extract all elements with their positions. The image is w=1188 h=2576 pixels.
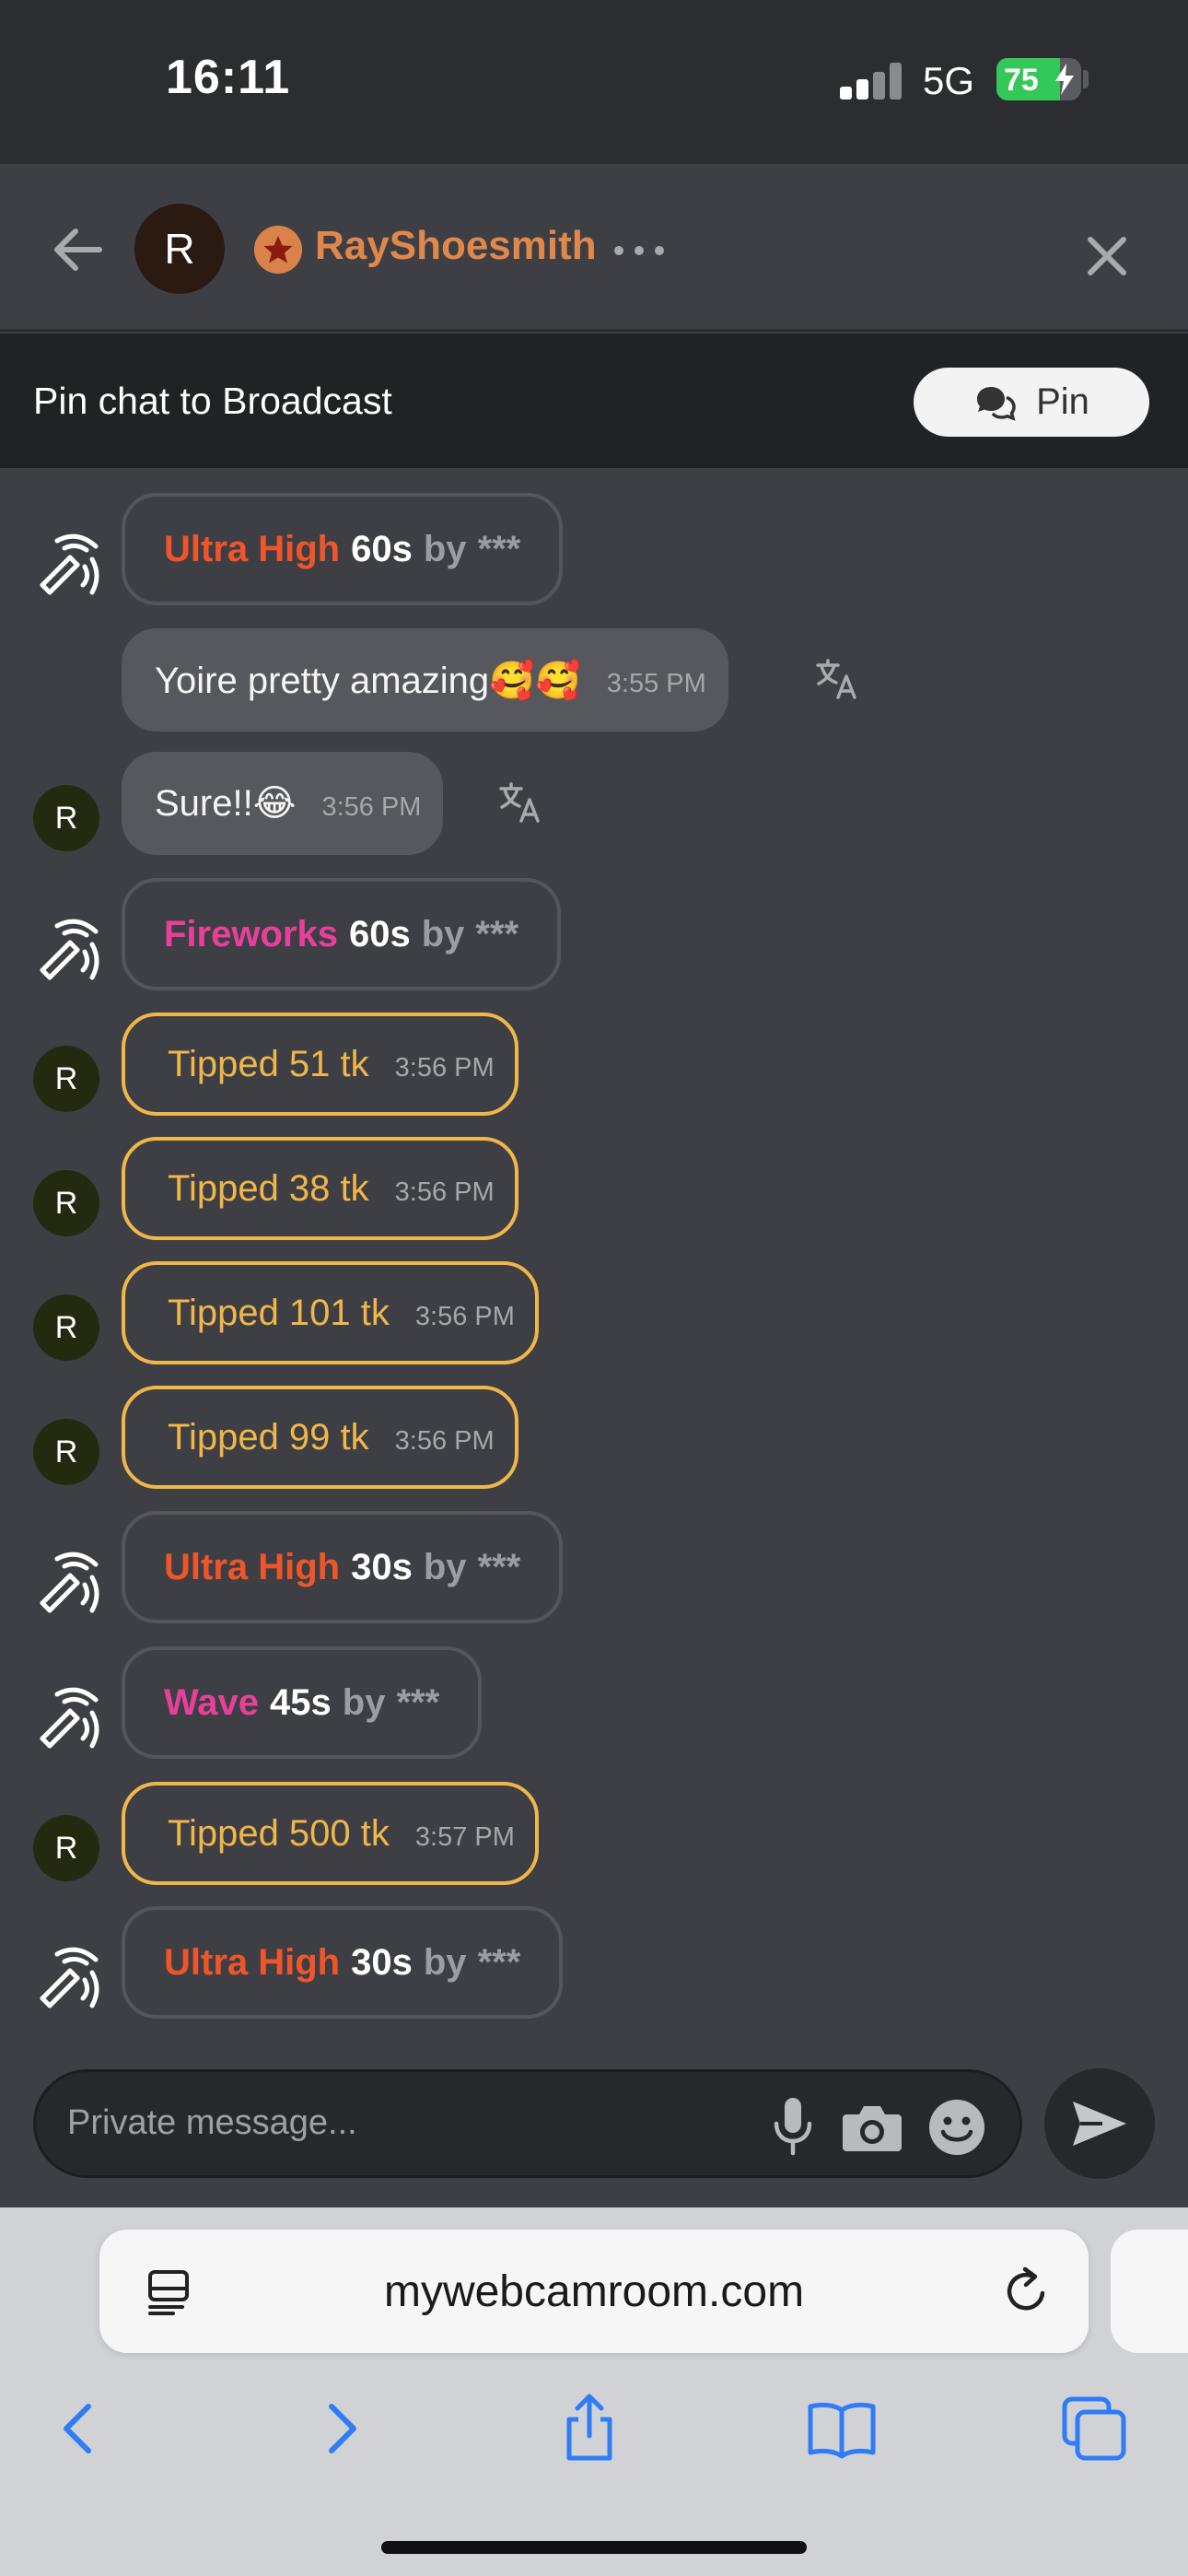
battery-icon: 75 (996, 58, 1081, 100)
browser-forward-icon[interactable] (302, 2392, 376, 2465)
status-time: 16:11 (166, 51, 291, 104)
vibrator-toy-icon (40, 1947, 99, 2008)
chat-message-bubble: Sure!!😂 3:56 PM (122, 752, 444, 855)
toy-event-duration: 45s (270, 1681, 332, 1723)
toy-event-by: by (421, 913, 465, 954)
battery-percent: 75 (1004, 63, 1039, 98)
tip-text: Tipped 51 tk (168, 1043, 369, 1084)
message-time: 3:55 PM (606, 668, 706, 698)
vibrator-toy-icon (40, 533, 99, 595)
toy-event-user: *** (477, 528, 521, 569)
avatar[interactable]: R (134, 204, 225, 294)
tip-text: Tipped 500 tk (168, 1812, 390, 1854)
avatar[interactable]: R (33, 1170, 99, 1236)
reload-icon[interactable] (1000, 2265, 1054, 2318)
message-list[interactable]: Ultra High 60s by *** Yoire pretty amazi… (0, 468, 1188, 2055)
network-label: 5G (923, 59, 975, 102)
translate-icon[interactable] (497, 779, 543, 825)
tip-text: Tipped 101 tk (168, 1292, 390, 1333)
avatar[interactable]: R (33, 1815, 99, 1881)
microphone-icon[interactable] (765, 2096, 821, 2157)
avatar[interactable]: R (33, 1419, 99, 1485)
message-time: 3:56 PM (321, 791, 422, 822)
avatar[interactable]: R (33, 1046, 99, 1112)
message-text: Yoire pretty amazing🥰🥰 (155, 660, 581, 701)
toy-event-user: *** (477, 1546, 521, 1587)
tip-bubble: Tipped 500 tk 3:57 PM (122, 1782, 539, 1885)
bookmarks-icon[interactable] (805, 2392, 879, 2465)
next-tab-preview[interactable] (1111, 2230, 1188, 2353)
translate-icon[interactable] (814, 656, 860, 702)
toy-event-bubble: Ultra High 30s by *** (122, 1906, 564, 2019)
avatar[interactable]: R (33, 1294, 99, 1361)
url-text[interactable]: mywebcamroom.com (99, 2266, 1089, 2317)
send-button[interactable] (1044, 2068, 1155, 2179)
tip-text: Tipped 38 tk (168, 1167, 369, 1209)
charging-bolt-icon (1055, 64, 1074, 95)
toy-event-user: *** (396, 1681, 440, 1723)
toy-event-level: Ultra High (164, 1941, 341, 1983)
chat-header: R RayShoesmith (0, 164, 1188, 332)
pin-bar: Pin chat to Broadcast Pin (0, 334, 1188, 468)
pin-chat-text: Pin chat to Broadcast (33, 380, 392, 422)
toy-event-user: *** (475, 913, 519, 954)
status-bar: 16:11 5G 75 (0, 0, 1188, 164)
private-message-input[interactable]: Private message... (67, 2103, 357, 2143)
message-time: 3:56 PM (394, 1425, 495, 1456)
pin-button[interactable]: Pin (914, 368, 1149, 437)
tip-bubble: Tipped 101 tk 3:56 PM (122, 1261, 539, 1364)
address-bar[interactable]: mywebcamroom.com (99, 2230, 1089, 2353)
emoji-icon[interactable] (927, 2098, 986, 2157)
toy-event-bubble: Ultra High 30s by *** (122, 1511, 564, 1623)
star-badge-icon (254, 226, 302, 274)
vibrator-toy-icon (40, 1687, 99, 1749)
toy-event-by: by (423, 1941, 467, 1983)
camera-icon[interactable] (841, 2102, 903, 2153)
share-icon[interactable] (553, 2392, 626, 2465)
toy-event-level: Ultra High (164, 1546, 341, 1587)
home-indicator[interactable] (381, 2541, 807, 2554)
message-composer[interactable]: Private message... (33, 2069, 1022, 2178)
toy-event-user: *** (477, 1941, 521, 1983)
message-text: Sure!!😂 (155, 783, 297, 824)
toy-event-duration: 30s (351, 1546, 413, 1587)
message-time: 3:56 PM (394, 1052, 495, 1083)
message-time: 3:56 PM (414, 1301, 515, 1331)
message-time: 3:56 PM (394, 1177, 495, 1207)
avatar[interactable]: R (33, 785, 99, 851)
toy-event-bubble: Ultra High 60s by *** (122, 493, 564, 605)
browser-back-icon[interactable] (44, 2392, 118, 2465)
tip-text: Tipped 99 tk (168, 1416, 369, 1458)
chat-message-bubble: Yoire pretty amazing🥰🥰 3:55 PM (122, 628, 728, 732)
toy-event-duration: 60s (351, 528, 413, 569)
more-options-icon[interactable] (611, 241, 667, 260)
toy-event-level: Wave (164, 1681, 260, 1723)
tip-bubble: Tipped 38 tk 3:56 PM (122, 1137, 518, 1240)
tip-bubble: Tipped 51 tk 3:56 PM (122, 1013, 518, 1116)
pin-button-label: Pin (1036, 381, 1089, 422)
signal-icon (840, 63, 904, 100)
back-arrow-icon[interactable] (46, 217, 111, 282)
toy-event-by: by (423, 528, 467, 569)
toy-event-bubble: Wave 45s by *** (122, 1646, 483, 1759)
close-icon[interactable] (1077, 227, 1136, 286)
header-username[interactable]: RayShoesmith (315, 223, 597, 269)
vibrator-toy-icon (40, 1551, 99, 1613)
tip-bubble: Tipped 99 tk 3:56 PM (122, 1386, 518, 1489)
toy-event-level: Ultra High (164, 528, 341, 569)
vibrator-toy-icon (40, 919, 99, 980)
chat-bubbles-icon (977, 386, 1016, 421)
battery-tip (1083, 70, 1089, 88)
toy-event-duration: 60s (348, 913, 411, 954)
toy-event-by: by (342, 1681, 386, 1723)
tabs-icon[interactable] (1057, 2392, 1131, 2465)
toy-event-level: Fireworks (164, 913, 338, 954)
toy-event-by: by (423, 1546, 467, 1587)
message-time: 3:57 PM (414, 1821, 515, 1852)
toy-event-bubble: Fireworks 60s by *** (122, 878, 562, 990)
browser-chrome: mywebcamroom.com (0, 2207, 1188, 2576)
send-icon (1073, 2102, 1126, 2146)
toy-event-duration: 30s (351, 1941, 413, 1983)
